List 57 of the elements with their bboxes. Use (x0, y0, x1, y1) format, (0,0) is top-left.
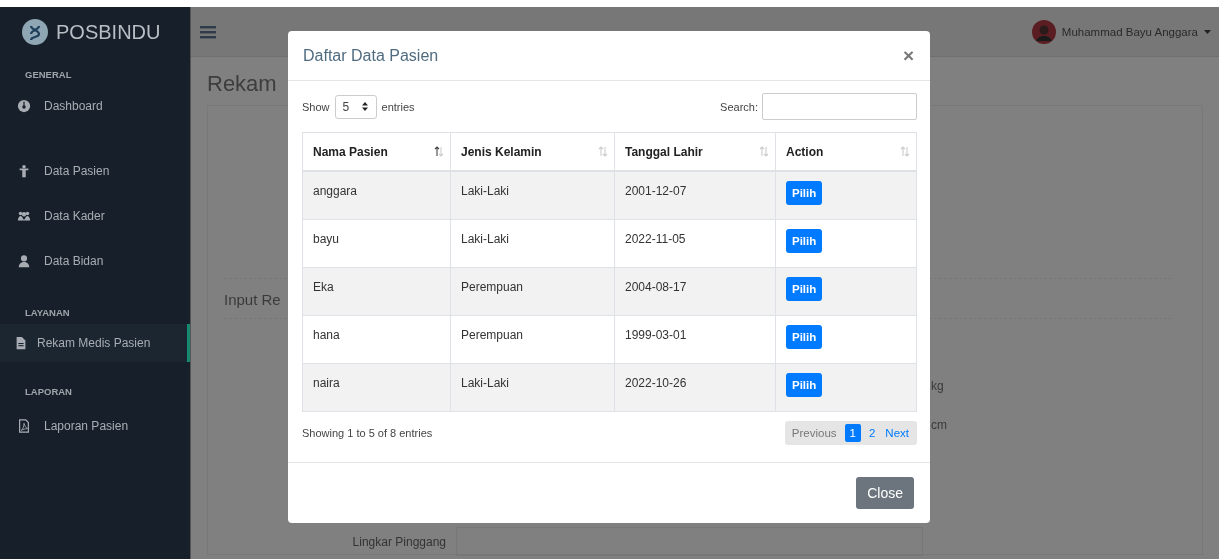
page-title: Rekam (207, 71, 278, 98)
table-cell: 2004-08-17 (614, 267, 776, 315)
table-cell: Laki-Laki (450, 219, 615, 267)
field-label: Lingkar Pinggang (352, 534, 446, 549)
close-button[interactable]: × (898, 44, 918, 67)
menu-icon[interactable] (200, 24, 216, 39)
logo-icon (22, 19, 48, 45)
avatar-icon (1031, 19, 1056, 44)
table-cell: bayu (302, 219, 451, 267)
entries-select[interactable]: 5 (334, 94, 377, 119)
nav-item[interactable]: Data Pasien (0, 148, 190, 193)
caret-icon (1204, 29, 1211, 34)
page-link[interactable]: 2 (866, 423, 878, 442)
select-button[interactable]: Pilih (786, 228, 823, 253)
modal-title: Daftar Data Pasien (303, 46, 439, 65)
table-cell: 2022-11-05 (614, 219, 776, 267)
unit-label: cm (931, 417, 947, 432)
table-cell: hana (302, 315, 451, 363)
nav-item[interactable]: Dashboard (0, 86, 190, 126)
pdf-file-icon (17, 418, 31, 433)
select-button[interactable]: Pilih (786, 372, 823, 397)
nav-item[interactable]: Rekam Medis Pasien (0, 324, 190, 362)
table-cell: Laki-Laki (450, 171, 615, 219)
select-button[interactable]: Pilih (786, 324, 823, 349)
table-info: Showing 1 to 5 of 8 entries (302, 426, 433, 439)
person-icon (17, 163, 31, 178)
select-button[interactable]: Pilih (786, 276, 823, 301)
select-arrows-icon (361, 102, 368, 111)
document-icon (14, 336, 28, 350)
app-title: POSBINDU (56, 20, 161, 44)
close-button[interactable]: Close (856, 477, 914, 509)
next-link[interactable]: Next (883, 423, 911, 442)
section-heading: LAPORAN (24, 385, 73, 399)
table-cell: 2022-10-26 (614, 363, 776, 411)
table-cell: 1999-03-01 (614, 315, 776, 363)
table-cell: 2001-12-07 (614, 171, 776, 219)
length-label: entries (381, 100, 415, 113)
dashboard-icon (17, 99, 31, 113)
page-link[interactable]: 1 (844, 423, 861, 442)
table-cell: naira (302, 363, 451, 411)
table-cell: Laki-Laki (450, 363, 615, 411)
section-heading: LAYANAN (24, 306, 71, 320)
section-heading: GENERAL (24, 68, 73, 82)
nav-item[interactable]: Laporan Pasien (0, 403, 190, 448)
user-icon (17, 253, 31, 268)
search-label: Search: (720, 100, 758, 113)
select-button[interactable]: Pilih (786, 181, 823, 205)
search-field[interactable] (762, 93, 917, 120)
unit-label: kg (931, 378, 944, 393)
table-cell: Eka (302, 267, 451, 315)
nav-item[interactable]: Data Kader (0, 193, 190, 238)
table-cell: anggara (302, 171, 451, 219)
nav-item[interactable]: Data Bidan (0, 238, 190, 283)
table-cell: Perempuan (450, 315, 615, 363)
table-cell: Perempuan (450, 267, 615, 315)
length-label: Show (302, 100, 330, 113)
user-menu[interactable]: Muhammad Bayu Anggara (1031, 19, 1211, 44)
